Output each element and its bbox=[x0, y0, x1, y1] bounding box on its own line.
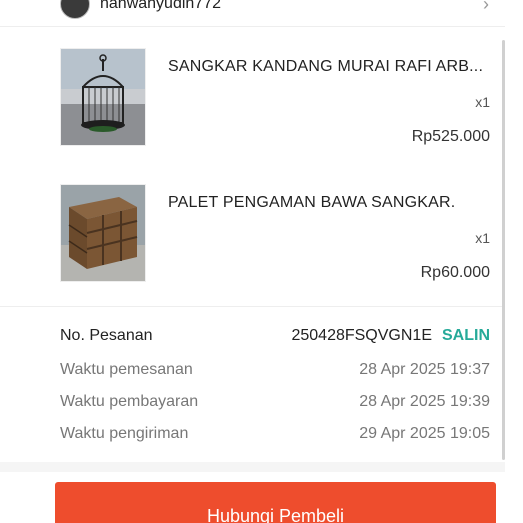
chevron-right-icon: › bbox=[483, 0, 489, 14]
product-price: Rp60.000 bbox=[420, 264, 490, 281]
product-item[interactable]: PALET PENGAMAN BAWA SANGKAR. x1 Rp60.000 bbox=[60, 184, 492, 284]
shipping-time-row: Waktu pengiriman 29 Apr 2025 19:05 bbox=[60, 425, 492, 447]
shipping-time-value: 29 Apr 2025 19:05 bbox=[359, 425, 490, 442]
order-number-row: No. Pesanan 250428FSQVGN1E SALIN bbox=[60, 327, 492, 349]
order-time-value: 28 Apr 2025 19:37 bbox=[359, 361, 490, 378]
product-quantity: x1 bbox=[475, 230, 490, 246]
product-item[interactable]: SANGKAR KANDANG MURAI RAFI ARB... x1 Rp5… bbox=[60, 48, 492, 148]
divider bbox=[0, 306, 505, 307]
product-title: SANGKAR KANDANG MURAI RAFI ARB... bbox=[168, 58, 484, 75]
contact-buyer-button[interactable]: Hubungi Pembeli bbox=[55, 482, 496, 523]
order-time-label: Waktu pemesanan bbox=[60, 361, 193, 378]
shipping-time-label: Waktu pengiriman bbox=[60, 425, 189, 442]
product-quantity: x1 bbox=[475, 94, 490, 110]
avatar bbox=[60, 0, 90, 19]
scrollbar[interactable] bbox=[502, 40, 505, 460]
order-number-value-group: 250428FSQVGN1E SALIN bbox=[291, 327, 490, 345]
seller-name: nanwahyudin772 bbox=[100, 0, 221, 12]
order-detail-screen: nanwahyudin772 › SANGKAR KANDANG MURAI R… bbox=[0, 0, 523, 523]
seller-row[interactable]: nanwahyudin772 › bbox=[0, 0, 505, 27]
payment-time-value: 28 Apr 2025 19:39 bbox=[359, 393, 490, 410]
copy-order-number-button[interactable]: SALIN bbox=[442, 327, 490, 344]
product-price: Rp525.000 bbox=[411, 128, 490, 145]
product-image-pallet bbox=[60, 184, 146, 282]
payment-time-row: Waktu pembayaran 28 Apr 2025 19:39 bbox=[60, 393, 492, 415]
product-image-birdcage bbox=[60, 48, 146, 146]
order-number-label: No. Pesanan bbox=[60, 327, 153, 344]
order-time-row: Waktu pemesanan 28 Apr 2025 19:37 bbox=[60, 361, 492, 383]
section-separator bbox=[0, 462, 505, 472]
payment-time-label: Waktu pembayaran bbox=[60, 393, 199, 410]
product-title: PALET PENGAMAN BAWA SANGKAR. bbox=[168, 194, 456, 211]
order-number: 250428FSQVGN1E bbox=[291, 327, 432, 344]
